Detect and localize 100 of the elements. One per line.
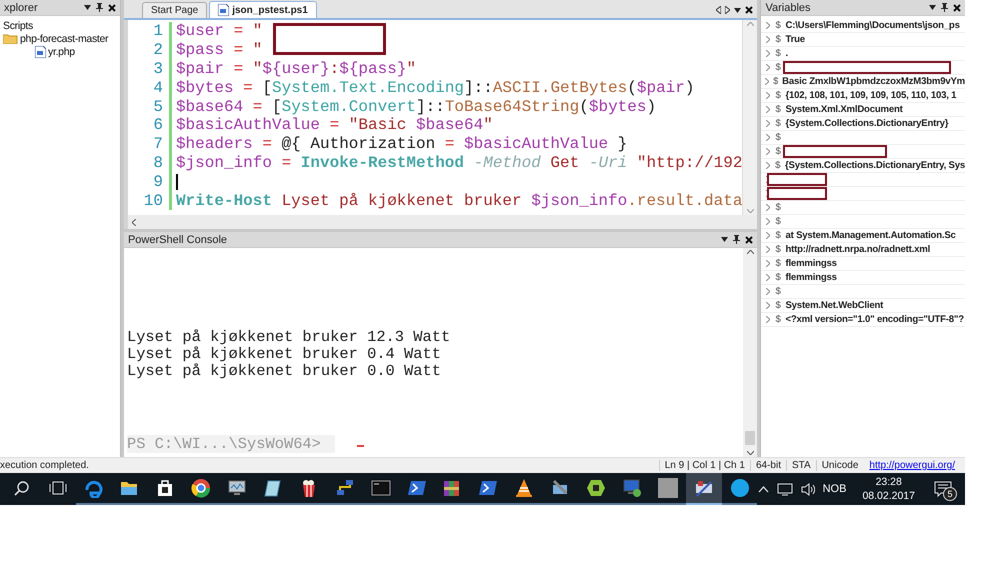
variable-name: $: [773, 76, 778, 87]
variable-value: at System.Management.Automation.Sc: [785, 230, 956, 241]
clock-date[interactable]: 08.02.2017: [862, 489, 915, 503]
editor-tab[interactable]: json_pstest.ps1: [209, 1, 317, 18]
close-icon[interactable]: [108, 4, 116, 12]
scroll-left-icon[interactable]: [132, 218, 136, 226]
website-link[interactable]: http://powergui.org/: [863, 460, 965, 471]
variable-name: $: [775, 48, 782, 59]
task-view-icon[interactable]: [48, 481, 67, 495]
variable-value: flemmingss: [785, 272, 837, 283]
app-icon[interactable]: [694, 478, 714, 498]
vertical-scrollbar[interactable]: [743, 248, 758, 457]
line-number: 3: [128, 60, 172, 78]
tree-item[interactable]: php-forecast-master: [20, 32, 108, 44]
status-segment: STA: [786, 460, 816, 471]
dropdown-icon[interactable]: [734, 8, 742, 12]
panel-title: Variables: [765, 2, 812, 14]
code-line: Write-Host Lyset på kjøkkenet bruker $json_info.result.data: [176, 192, 742, 210]
variable-name: $: [775, 146, 782, 157]
pin-icon[interactable]: [941, 3, 948, 12]
clock-time[interactable]: 23:28: [876, 475, 902, 489]
file-icon: [35, 46, 46, 58]
line-number: 8: [128, 154, 172, 172]
code-line: $bytes = [System.Text.Encoding]::ASCII.GetBytes($pair): [176, 78, 694, 97]
speaker-icon[interactable]: [800, 482, 815, 496]
browser-icon[interactable]: [84, 478, 104, 498]
panel-title: PowerShell Console: [128, 234, 228, 246]
notepad-icon[interactable]: [262, 478, 283, 498]
variable-name: $: [775, 202, 782, 213]
hexagon-icon[interactable]: [586, 478, 606, 498]
input-cursor: [356, 445, 364, 447]
tree-item[interactable]: yr.php: [48, 46, 75, 58]
terminal-icon[interactable]: [370, 478, 391, 498]
console-output: Lyset på kjøkkenet bruker 0.4 Watt: [126, 345, 442, 362]
variable-name: $: [775, 90, 782, 101]
variable-name: $: [775, 216, 782, 227]
chevron-up-icon[interactable]: [758, 486, 769, 492]
line-number: 7: [128, 134, 172, 154]
photo-placeholder[interactable]: [658, 478, 678, 498]
variable-name: $: [775, 104, 782, 115]
line-number: 5: [128, 97, 172, 116]
scroll-left-icon[interactable]: [716, 6, 722, 14]
scroll-down-icon[interactable]: [746, 451, 754, 455]
status-segment: Ln 9 | Col 1 | Ch 1: [658, 460, 750, 471]
tree-item[interactable]: Scripts: [3, 20, 33, 32]
variable-value: System.Xml.XmlDocument: [785, 104, 903, 115]
prompt-icon[interactable]: [478, 478, 498, 498]
editor-tab[interactable]: Start Page: [142, 2, 208, 18]
variable-name: $: [775, 258, 782, 269]
variable-name: $: [775, 118, 782, 129]
network-icon[interactable]: [776, 482, 793, 496]
variable-name: $: [775, 272, 782, 283]
monitor-icon[interactable]: [227, 478, 248, 498]
variable-name: $: [775, 34, 782, 45]
cone-icon[interactable]: [514, 478, 534, 498]
input-language[interactable]: NOB: [822, 483, 846, 495]
pin-icon[interactable]: [733, 235, 740, 244]
notification-icon[interactable]: [934, 481, 952, 497]
line-number: 9: [128, 172, 172, 192]
variable-value: True: [785, 34, 805, 45]
scrollbar-thumb[interactable]: [745, 431, 756, 445]
close-icon[interactable]: [745, 236, 754, 244]
variable-value: System.Net.WebClient: [785, 300, 884, 311]
line-number: 4: [128, 78, 172, 98]
prompt-icon[interactable]: [406, 478, 427, 498]
panel-title: xplorer: [4, 2, 39, 14]
computer-icon[interactable]: [622, 478, 642, 498]
line-number: 10: [128, 191, 172, 210]
line-number: 1: [128, 22, 172, 41]
variable-name: $: [775, 20, 782, 31]
horizontal-scrollbar[interactable]: [128, 215, 758, 229]
variable-value: .: [785, 48, 788, 59]
variable-value: Basic ZmxlbW1pbmdzczoxMzM3bm9vYm: [782, 76, 965, 87]
status-message: xecution completed.: [0, 460, 90, 471]
variable-value: C:\Users\Flemming\Documents\json_ps: [785, 20, 960, 31]
chat-bubble-icon[interactable]: [730, 478, 750, 498]
network-icon[interactable]: [334, 478, 355, 498]
variable-value: {System.Collections.DictionaryEntry, Sys: [784, 160, 965, 171]
status-segment: Unicode: [816, 460, 864, 471]
circle-logo-icon[interactable]: [191, 478, 212, 498]
code-line: $headers = @{ Authorization = $basicAuthValue }: [176, 135, 628, 154]
variable-value: {102, 108, 101, 109, 109, 105, 110, 103, 1: [785, 90, 956, 101]
search-icon[interactable]: [14, 480, 30, 496]
folder-icon: [3, 34, 18, 44]
variable-value: {System.Collections.DictionaryEntry}: [785, 118, 948, 129]
variable-name: $: [775, 230, 782, 241]
variable-value: http://radnett.nrpa.no/radnett.xml: [785, 244, 930, 255]
code-line: $base64 = [System.Convert]::ToBase64String($bytes): [176, 98, 656, 116]
variable-name: $: [775, 286, 782, 297]
close-icon[interactable]: [953, 4, 961, 12]
variable-name: $: [775, 314, 782, 325]
close-icon[interactable]: [745, 6, 754, 14]
variable-value: flemmingss: [785, 258, 837, 269]
dropdown-icon[interactable]: [929, 5, 936, 10]
pin-icon[interactable]: [96, 3, 103, 12]
scroll-up-icon[interactable]: [746, 250, 754, 254]
variable-name: $: [775, 244, 782, 255]
scroll-right-icon[interactable]: [725, 6, 730, 14]
dropdown-icon[interactable]: [84, 5, 91, 10]
dropdown-icon[interactable]: [721, 237, 728, 242]
